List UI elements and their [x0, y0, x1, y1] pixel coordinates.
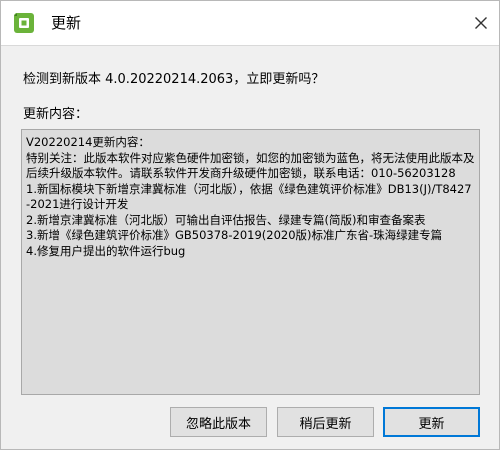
update-dialog: 更新 检测到新版本 4.0.20220214.2063，立即更新吗？ 更新内容：… — [0, 0, 500, 450]
update-prompt: 检测到新版本 4.0.20220214.2063，立即更新吗？ — [23, 72, 325, 87]
release-notes-line: V20220214更新内容： — [26, 135, 150, 149]
release-notes-line: 特别关注：此版本软件对应紫色硬件加密锁，如您的加密锁为蓝色，将无法使用此版本及后… — [26, 150, 475, 181]
window-title: 更新 — [51, 14, 82, 32]
release-notes-line: 4.修复用户提出的软件运行bug — [26, 243, 186, 258]
update-later-button[interactable]: 稍后更新 — [277, 407, 374, 437]
release-notes-line: 3.新增《绿色建筑评价标准》GB50378-2019(2020版)标准广东省-珠… — [26, 228, 443, 242]
title-bar: 更新 — [1, 1, 499, 46]
update-content-label: 更新内容： — [23, 107, 89, 122]
update-button[interactable]: 更新 — [383, 407, 480, 437]
close-button[interactable] — [467, 9, 495, 37]
close-icon — [475, 17, 487, 29]
app-icon — [13, 12, 35, 34]
release-notes-line: 1.新国标模块下新增京津冀标准（河北版），依据《绿色建筑评价标准》DB13(J)… — [26, 181, 472, 212]
release-notes-line: 2.新增京津冀标准（河北版）可输出自评估报告、绿建专篇(简版)和审查备案表 — [26, 212, 426, 227]
release-notes-box[interactable]: V20220214更新内容： 特别关注：此版本软件对应紫色硬件加密锁，如您的加密… — [21, 129, 480, 395]
skip-version-button[interactable]: 忽略此版本 — [170, 407, 267, 437]
